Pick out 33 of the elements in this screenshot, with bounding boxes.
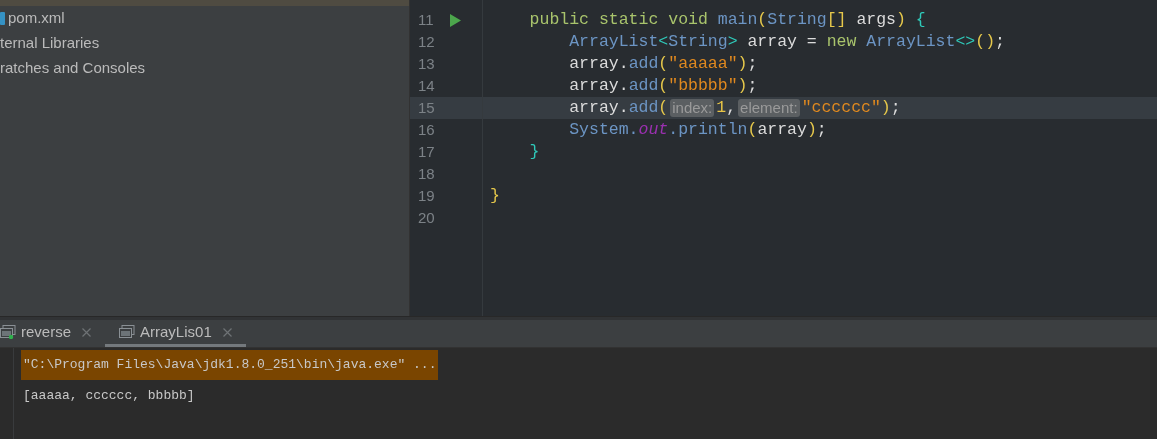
tree-item[interactable]: ternal Libraries [0,32,100,55]
line-number: 11 [417,9,435,30]
code-text: System.out.println(array); [568,118,827,141]
code-text: array.add("bbbbb"); [568,74,758,97]
line-number: 15 [417,97,436,118]
tree-item[interactable]: pom.xml [8,7,65,30]
line-number: 14 [417,75,436,96]
line-number: 19 [417,185,436,206]
run-tab[interactable]: reverse [0,320,106,347]
code-text: } [490,184,500,207]
console-line: [aaaaa, cccccc, bbbbb] [22,387,196,405]
code-text: public static void main(String[] args) { [528,8,926,31]
line-number: 17 [417,141,436,162]
close-icon[interactable] [222,327,232,337]
console-icon [119,325,136,339]
line-number: 20 [417,207,436,228]
code-text: ArrayList<String> array = new ArrayList<>(); [568,30,1005,53]
code-text: array.add("aaaaa"); [568,52,758,75]
tree-item[interactable]: ratches and Consoles [0,57,146,80]
code-text: "cccccc"); [801,96,901,119]
line-number: 16 [417,119,436,140]
parameter-hint: element: [738,99,800,117]
parameter-hint: index: [670,99,715,117]
line-number: 12 [417,31,436,52]
line-number: 18 [417,163,436,184]
file-icon [0,12,5,25]
code-text: } [528,140,540,163]
code-text: array.add( [568,96,669,119]
line-number: 13 [417,53,436,74]
code-text: 1, [716,96,737,119]
run-icon[interactable] [450,13,461,27]
code-editor[interactable] [410,0,1157,316]
close-icon[interactable] [82,327,92,337]
